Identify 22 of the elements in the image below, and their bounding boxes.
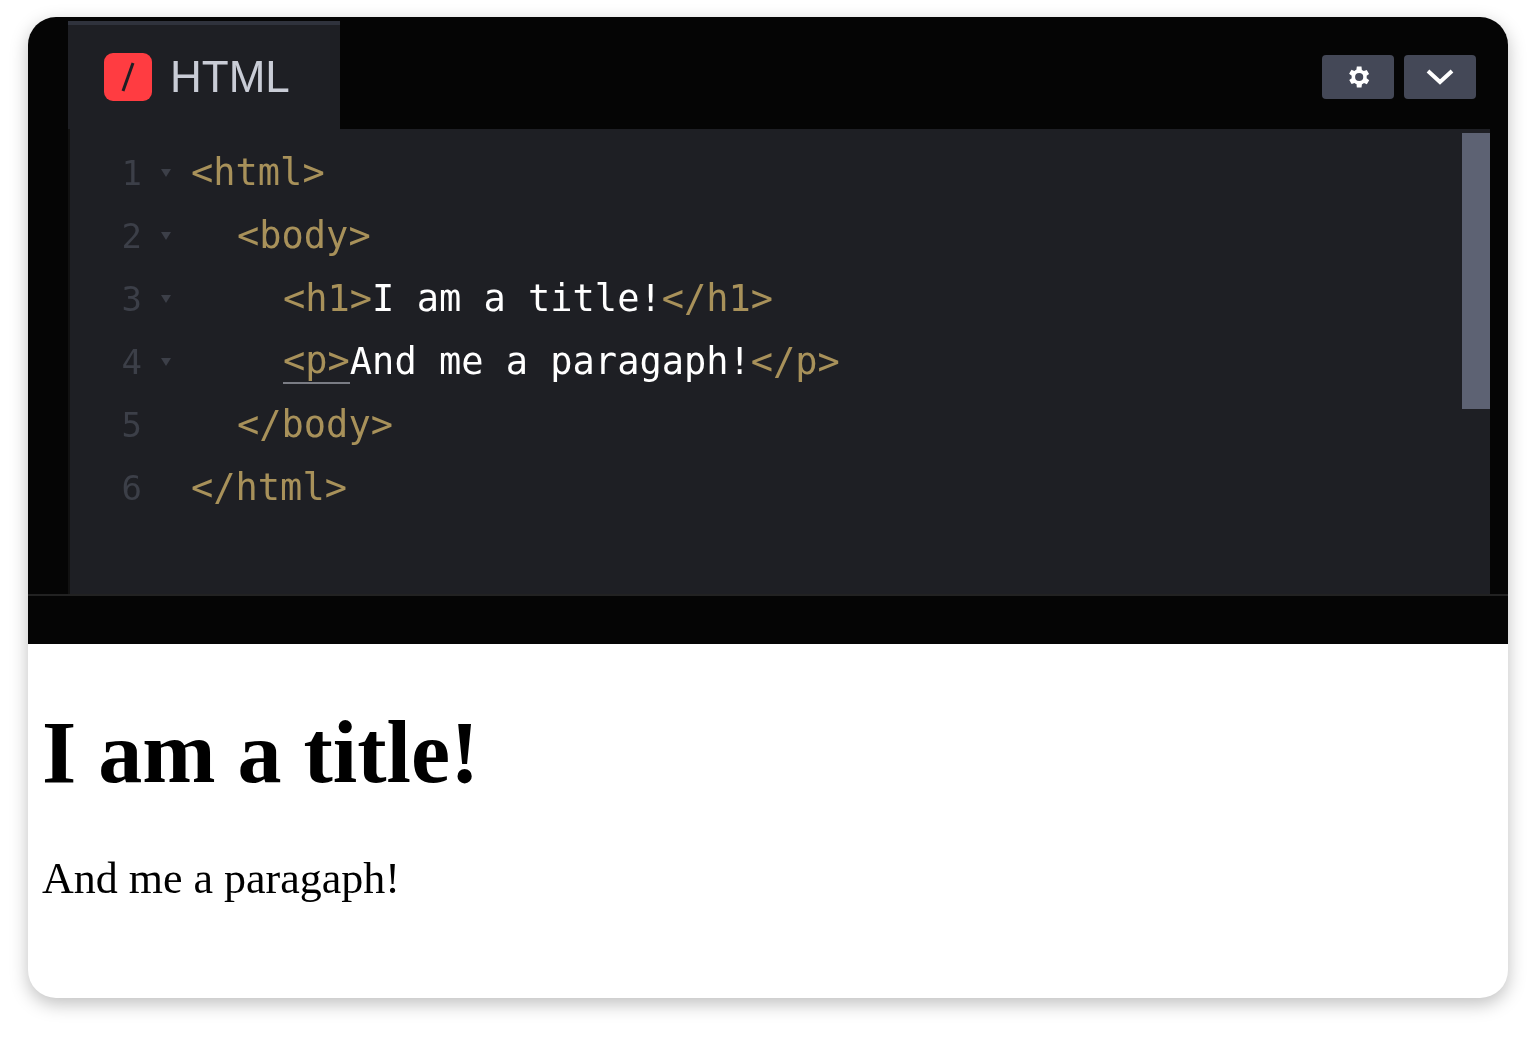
- scrollbar-thumb[interactable]: [1462, 133, 1490, 409]
- code-tag: <body>: [237, 214, 371, 257]
- fold-arrow-icon[interactable]: [160, 356, 172, 367]
- code-text: I am a title!: [372, 277, 662, 320]
- code-text: And me a paragaph!: [349, 340, 751, 383]
- code-tag: <p>: [283, 339, 350, 384]
- code-tag: <h1>: [283, 277, 373, 320]
- code-tag: </body>: [237, 403, 393, 446]
- preview-heading: I am a title!: [42, 703, 481, 803]
- fold-arrow-icon[interactable]: [160, 167, 172, 178]
- editor-tab[interactable]: HTML: [68, 21, 340, 129]
- expand-button[interactable]: [1404, 55, 1476, 99]
- code-tag: </p>: [750, 340, 840, 383]
- fold-arrow-icon[interactable]: [160, 230, 172, 241]
- code-tag: <html>: [191, 151, 325, 194]
- code-tag: </h1>: [661, 277, 774, 320]
- fold-arrow-icon[interactable]: [160, 293, 172, 304]
- code-tag: </html>: [191, 466, 347, 509]
- preview-paragraph: And me a paragaph!: [42, 853, 401, 904]
- html-logo-icon: [104, 53, 152, 101]
- settings-button[interactable]: [1322, 55, 1394, 99]
- chevron-down-icon: [1425, 68, 1455, 86]
